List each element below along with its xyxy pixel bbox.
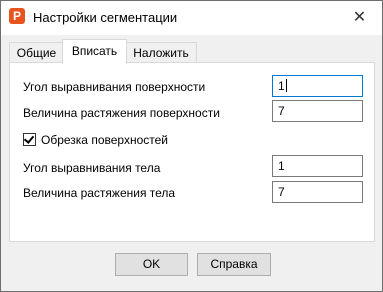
surface-angle-label: Угол выравнивания поверхности xyxy=(23,80,206,94)
body-stretch-value: 7 xyxy=(278,185,285,199)
body-angle-input[interactable]: 1 xyxy=(272,155,363,177)
help-button[interactable]: Справка xyxy=(197,253,271,276)
body-angle-label: Угол выравнивания тела xyxy=(23,161,161,175)
window-title: Настройки сегментации xyxy=(33,10,178,25)
tab-fit[interactable]: Вписать xyxy=(62,39,127,64)
body-stretch-input[interactable]: 7 xyxy=(272,181,363,203)
close-icon[interactable]: ✕ xyxy=(337,1,382,35)
text-caret xyxy=(285,79,287,92)
tab-panel-fit: Угол выравнивания поверхности 1 Величина… xyxy=(9,62,375,242)
trim-surfaces-checkbox[interactable] xyxy=(23,133,36,146)
tab-overlay[interactable]: Наложить xyxy=(125,42,197,63)
app-logo-icon: P xyxy=(9,8,25,24)
title-bar: P Настройки сегментации ✕ xyxy=(1,1,382,35)
dialog-window: P Настройки сегментации ✕ Общие Вписать … xyxy=(0,0,383,292)
ok-button[interactable]: OK xyxy=(115,253,188,276)
body-angle-value: 1 xyxy=(278,159,285,173)
body-stretch-label: Величина растяжения тела xyxy=(23,186,176,200)
surface-stretch-input[interactable]: 7 xyxy=(272,100,363,122)
app-logo-letter: P xyxy=(12,9,21,23)
surface-stretch-value: 7 xyxy=(278,104,285,118)
surface-angle-input[interactable]: 1 xyxy=(272,75,363,97)
tab-general[interactable]: Общие xyxy=(9,42,64,63)
checkmark-icon xyxy=(23,133,35,144)
trim-surfaces-label[interactable]: Обрезка поверхностей xyxy=(41,133,168,147)
surface-angle-value: 1 xyxy=(278,79,285,93)
surface-stretch-label: Величина растяжения поверхности xyxy=(23,106,220,120)
